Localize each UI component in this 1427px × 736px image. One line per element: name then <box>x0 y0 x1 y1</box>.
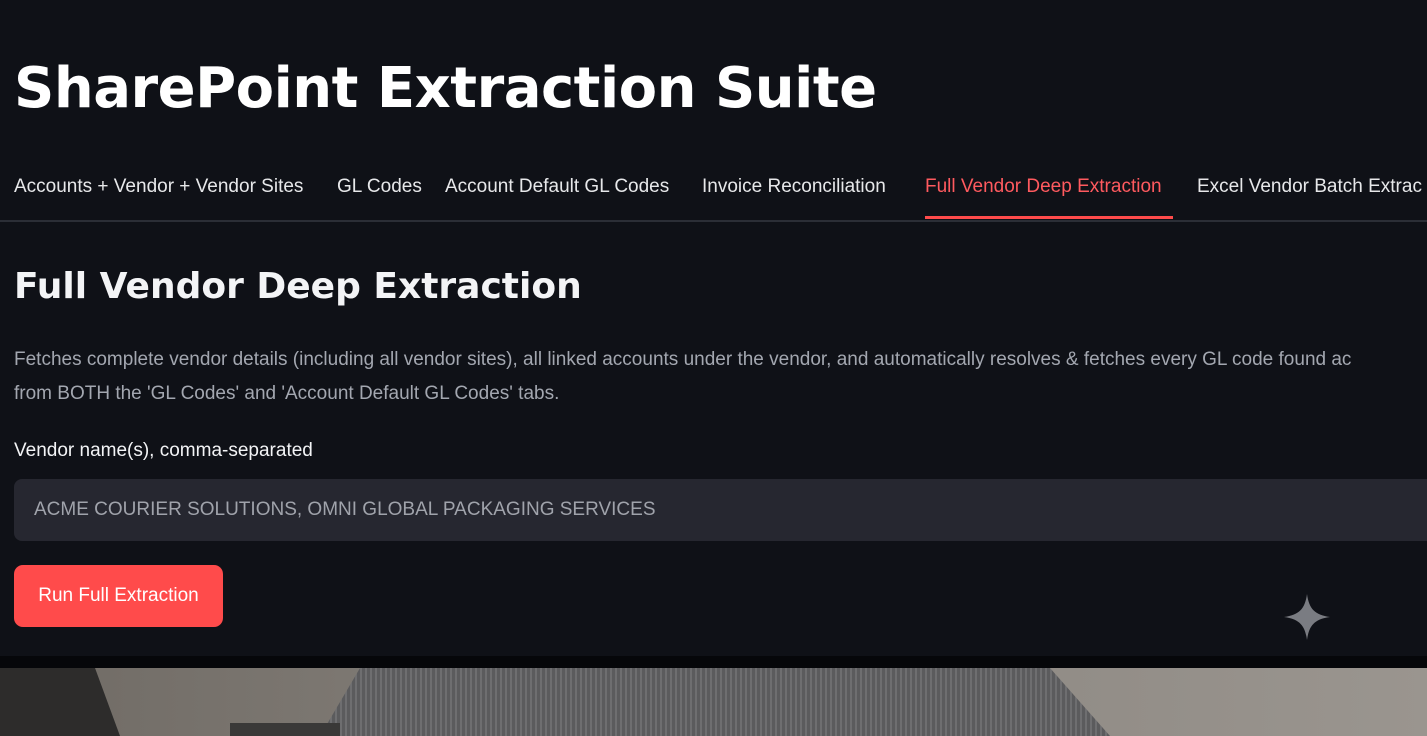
run-full-extraction-button[interactable]: Run Full Extraction <box>14 565 223 627</box>
tab-invoice-reconciliation[interactable]: Invoice Reconciliation <box>702 176 886 218</box>
monitor-bezel <box>0 656 1427 668</box>
background-scene <box>0 668 1427 736</box>
tab-bar: Accounts + Vendor + Vendor Sites GL Code… <box>0 168 1427 222</box>
section-title: Full Vendor Deep Extraction <box>14 266 582 307</box>
active-tab-indicator <box>925 216 1173 219</box>
app-title: SharePoint Extraction Suite <box>14 56 877 121</box>
description-line-2: from BOTH the 'GL Codes' and 'Account De… <box>14 383 560 404</box>
tab-account-default-gl-codes[interactable]: Account Default GL Codes <box>445 176 669 218</box>
app-window: SharePoint Extraction Suite Accounts + V… <box>0 0 1427 660</box>
section-description: Fetches complete vendor details (includi… <box>14 343 1427 411</box>
tab-excel-vendor-batch-extraction[interactable]: Excel Vendor Batch Extrac <box>1197 176 1422 218</box>
tab-gl-codes[interactable]: GL Codes <box>337 176 422 218</box>
sparkle-icon <box>1284 594 1330 640</box>
description-line-1: Fetches complete vendor details (includi… <box>14 349 1352 370</box>
vendor-names-input[interactable] <box>14 479 1427 541</box>
vendor-names-label: Vendor name(s), comma-separated <box>14 440 313 461</box>
background-room <box>0 668 1427 736</box>
tab-accounts-vendor-sites[interactable]: Accounts + Vendor + Vendor Sites <box>14 176 303 218</box>
tab-full-vendor-deep-extraction[interactable]: Full Vendor Deep Extraction <box>925 176 1162 218</box>
